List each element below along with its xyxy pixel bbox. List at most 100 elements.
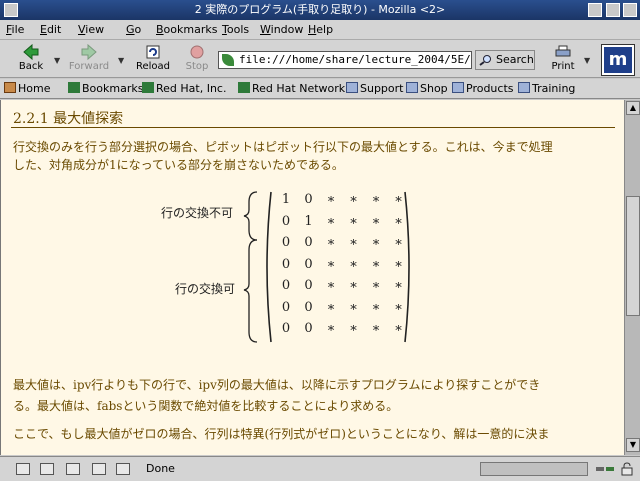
forward-button[interactable]: Forward: [66, 42, 112, 76]
matrix-cell: 1: [304, 213, 313, 229]
matrix-cell: ∗: [326, 235, 336, 250]
bookmark-icon: [142, 82, 154, 93]
home-icon: [4, 82, 16, 93]
maximize-icon[interactable]: [606, 3, 620, 17]
paragraph-2-line-2: る。最大値は、fabsという関数で絶対値を比較することにより求める。: [13, 399, 399, 413]
menu-help[interactable]: Help: [308, 23, 333, 36]
composer-icon[interactable]: [66, 463, 80, 475]
matrix-cell: ∗: [349, 299, 358, 315]
minimize-icon[interactable]: [588, 3, 602, 17]
bookmark-icon: [238, 82, 250, 93]
matrix-cell: ∗: [349, 321, 358, 336]
matrix-cell: ∗: [394, 278, 403, 293]
address-book-icon[interactable]: [92, 463, 106, 475]
matrix-cell: ∗: [326, 256, 336, 272]
menu-bar: File Edit View Go Bookmarks Tools Window…: [0, 20, 640, 40]
matrix-cell: ∗: [394, 256, 403, 272]
close-icon[interactable]: [623, 3, 637, 17]
back-button[interactable]: Back: [8, 42, 54, 76]
mail-icon[interactable]: [40, 463, 54, 475]
window-titlebar: 2 実際のプログラム(手取り足取り) - Mozilla <2>: [0, 0, 640, 20]
matrix-cell: 0: [281, 213, 291, 229]
stop-icon: [190, 45, 204, 59]
menu-go[interactable]: Go: [126, 23, 141, 36]
matrix-cell: 0: [281, 321, 291, 336]
mozilla-logo[interactable]: m: [601, 44, 635, 76]
reload-button[interactable]: Reload: [130, 42, 176, 76]
bookmark-folder-products[interactable]: Products: [452, 82, 514, 95]
bookmark-bookmarks[interactable]: Bookmarks: [68, 82, 143, 95]
matrix-cell: 0: [304, 321, 313, 336]
matrix-cell: 0: [304, 256, 313, 272]
paragraph-1-line-1: 行交換のみを行う部分選択の場合、ピボットはピボット行以下の最大値とする。これは、…: [13, 140, 553, 154]
online-plug-icon[interactable]: [594, 464, 616, 474]
url-text: file:///home/share/lecture_2004/5E/Li: [239, 53, 472, 66]
back-dropdown-icon[interactable]: ▼: [54, 56, 60, 65]
status-text: Done: [146, 462, 175, 475]
bookmark-folder-training[interactable]: Training: [518, 82, 575, 95]
matrix-cell: 0: [304, 235, 313, 250]
scroll-up-icon[interactable]: ▲: [626, 101, 640, 115]
bookmark-folder-shop[interactable]: Shop: [406, 82, 448, 95]
progress-bar: [480, 462, 588, 476]
matrix-cell: ∗: [371, 213, 381, 229]
matrix-cell: ∗: [349, 213, 358, 229]
bookmark-folder-support[interactable]: Support: [346, 82, 403, 95]
vertical-scrollbar[interactable]: ▲ ▼: [624, 100, 640, 455]
print-dropdown-icon[interactable]: ▼: [584, 56, 590, 65]
matrix-cell: 0: [281, 278, 291, 293]
matrix-cell: ∗: [371, 256, 381, 272]
folder-icon: [518, 82, 530, 93]
bookmark-home[interactable]: Home: [4, 82, 50, 95]
matrix-cell: ∗: [394, 192, 403, 207]
matrix-cell: 0: [281, 256, 291, 272]
matrix-cell: ∗: [394, 321, 403, 336]
bookmark-icon: [68, 82, 80, 93]
menu-bookmarks[interactable]: Bookmarks: [156, 23, 217, 36]
matrix-cell: ∗: [371, 192, 381, 207]
matrix-cell: ∗: [394, 235, 403, 250]
print-button[interactable]: Print: [540, 42, 586, 76]
page-proxy-icon[interactable]: [222, 54, 234, 66]
menu-tools[interactable]: Tools: [222, 23, 249, 36]
scroll-down-icon[interactable]: ▼: [626, 438, 640, 452]
menu-edit[interactable]: Edit: [40, 23, 61, 36]
window-title: 2 実際のプログラム(手取り足取り) - Mozilla <2>: [194, 3, 446, 16]
navigator-icon[interactable]: [16, 463, 30, 475]
matrix-cell: ∗: [349, 256, 358, 272]
section-heading: 2.2.1 最大値探索: [13, 111, 124, 127]
chat-icon[interactable]: [116, 463, 130, 475]
scroll-thumb[interactable]: [626, 196, 640, 316]
matrix-cell: 1: [281, 192, 291, 207]
matrix-cell: ∗: [326, 321, 336, 336]
heading-rule: [11, 127, 615, 128]
matrix-cell: ∗: [349, 192, 358, 207]
paragraph-2-line-1: 最大値は、ipv行よりも下の行で、ipv列の最大値は、以降に示すプログラムにより…: [13, 378, 541, 392]
window-menu-icon[interactable]: [4, 3, 18, 17]
matrix-cell: ∗: [326, 213, 336, 229]
menu-window[interactable]: Window: [260, 23, 303, 36]
forward-dropdown-icon[interactable]: ▼: [118, 56, 124, 65]
matrix-cell: ∗: [371, 278, 381, 293]
matrix-cell: ∗: [394, 213, 403, 229]
url-input[interactable]: file:///home/share/lecture_2004/5E/Li: [218, 51, 472, 69]
menu-view[interactable]: View: [78, 23, 104, 36]
menu-file[interactable]: File: [6, 23, 24, 36]
back-arrow-icon: [23, 44, 39, 60]
bookmark-redhat-network[interactable]: Red Hat Network: [238, 82, 345, 95]
security-lock-icon[interactable]: [620, 462, 634, 476]
folder-icon: [406, 82, 418, 93]
paragraph-1-line-2: した、対角成分が1になっている部分を崩さないためである。: [13, 158, 344, 172]
matrix-cell: ∗: [326, 192, 336, 207]
matrix-cell: ∗: [326, 278, 336, 293]
search-button[interactable]: Search: [475, 50, 535, 70]
reload-icon: [146, 45, 160, 59]
search-icon: [479, 55, 491, 66]
matrix-cell: ∗: [349, 235, 358, 250]
stop-button[interactable]: Stop: [174, 42, 220, 76]
matrix-cell: 0: [281, 235, 291, 250]
bookmark-redhat-inc[interactable]: Red Hat, Inc.: [142, 82, 226, 95]
matrix-cell: ∗: [349, 278, 358, 293]
folder-icon: [452, 82, 464, 93]
label-row-swap-disallowed: 行の交換不可: [161, 206, 234, 220]
